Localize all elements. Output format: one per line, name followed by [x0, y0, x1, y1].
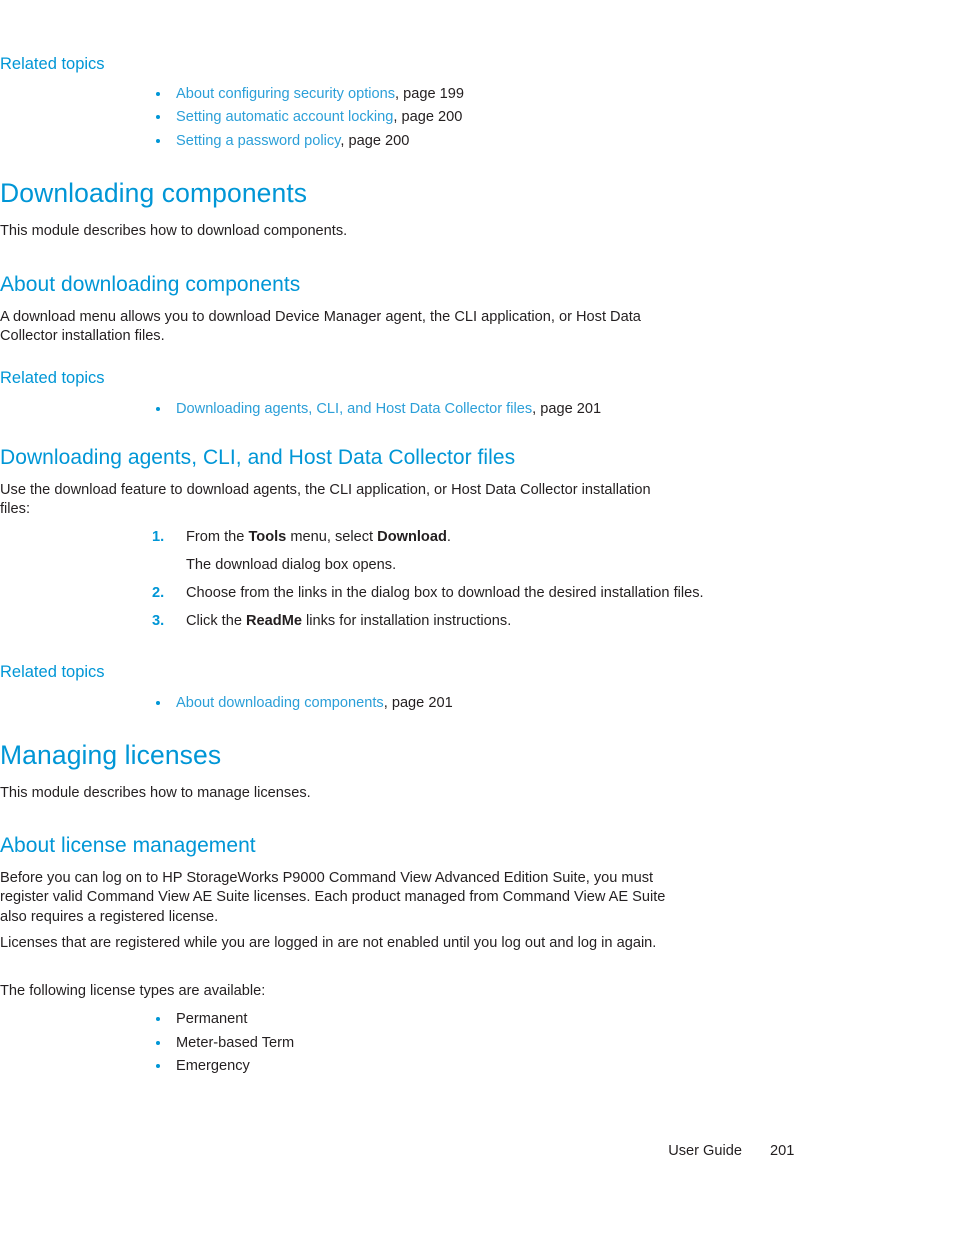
related-topics-heading: Related topics	[0, 663, 105, 681]
page-reference: , page 201	[532, 401, 602, 417]
step-text-part-bold: Download	[377, 529, 447, 545]
list-item[interactable]: About downloading components, page 201	[152, 692, 954, 716]
step-text: From the Tools menu, select Download.	[186, 529, 451, 545]
bullet-dot-icon	[156, 407, 160, 411]
related-topics-heading: Related topics	[0, 55, 105, 73]
page-reference: , page 200	[393, 109, 463, 126]
list-item[interactable]: Setting a password policy, page 200	[152, 130, 954, 154]
list-item[interactable]: Setting automatic account locking, page …	[152, 106, 954, 130]
related-topics-heading: Related topics	[0, 369, 105, 387]
step-text-part-bold: Tools	[248, 529, 287, 545]
paragraph-managing-licenses-intro: This module describes how to manage lice…	[0, 785, 311, 801]
license-type-label: Emergency	[176, 1058, 250, 1075]
bullet-dot-icon	[156, 115, 160, 120]
cross-reference-link[interactable]: Setting a password policy	[176, 133, 340, 149]
step-text-part: Click the	[186, 613, 247, 629]
list-item[interactable]: Downloading agents, CLI, and Host Data C…	[152, 398, 954, 422]
cross-reference-link[interactable]: About downloading components	[176, 695, 384, 711]
step-text-part: menu, select	[286, 529, 378, 545]
page-title-managing-licenses: Managing licenses	[0, 740, 222, 770]
procedure-step-list: 3. Click the ReadMe links for installati…	[0, 612, 954, 631]
related-topics-link-list-downloading-agents: About downloading components, page 201	[0, 692, 954, 716]
related-topics-link-list-about-downloading: Downloading agents, CLI, and Host Data C…	[0, 398, 954, 422]
footer-page-number: 201	[770, 1143, 795, 1159]
page-reference: , page 200	[340, 133, 410, 150]
page-reference: , page 199	[395, 85, 465, 102]
paragraph-about-license-management-1: Before you can log on to HP StorageWorks…	[0, 870, 666, 925]
page-reference: , page 201	[383, 695, 453, 711]
section-heading-about-downloading-components: About downloading components	[0, 273, 301, 296]
procedure-step: 3. Click the ReadMe links for installati…	[0, 612, 954, 631]
license-type-label: Permanent	[176, 1011, 248, 1027]
license-type-label: Meter-based Term	[176, 1034, 295, 1051]
procedure-step: 2. Choose from the links in the dialog b…	[0, 584, 954, 603]
bullet-dot-icon	[156, 701, 160, 705]
bullet-dot-icon	[156, 139, 160, 144]
page-footer: User Guide 201	[0, 1143, 954, 1159]
bullet-dot-icon	[156, 91, 160, 96]
page-title-downloading-components: Downloading components	[0, 178, 308, 208]
paragraph-downloading-components-intro: This module describes how to download co…	[0, 223, 348, 239]
list-item: Meter-based Term	[152, 1032, 954, 1056]
paragraph-about-downloading-components: A download menu allows you to download D…	[0, 309, 641, 345]
step-number: 1.	[152, 529, 165, 545]
paragraph-downloading-agents-intro: Use the download feature to download age…	[0, 482, 651, 518]
procedure-step-list: 2. Choose from the links in the dialog b…	[0, 584, 954, 603]
paragraph-about-license-management-2: Licenses that are registered while you a…	[0, 935, 657, 951]
step-text-part: links for installation instructions.	[301, 613, 512, 629]
step-text-part-bold: ReadMe	[246, 613, 302, 629]
bullet-dot-icon	[156, 1017, 160, 1021]
paragraph-about-license-management-3: The following license types are availabl…	[0, 983, 266, 999]
procedure-step-list: 1. From the Tools menu, select Download.	[0, 528, 954, 547]
bullet-dot-icon	[156, 1064, 160, 1069]
cross-reference-link[interactable]: Setting automatic account locking	[176, 109, 393, 125]
section-heading-about-license-management: About license management	[0, 834, 256, 857]
step-text: Click the ReadMe links for installation …	[186, 613, 511, 629]
list-item: Emergency	[152, 1055, 954, 1079]
procedure-step: 1. From the Tools menu, select Download.	[0, 528, 954, 547]
step-result-note: The download dialog box opens.	[186, 557, 397, 573]
step-text-part: .	[446, 529, 451, 545]
list-item: Permanent	[152, 1008, 954, 1032]
document-page: Related topics About configuring securit…	[0, 0, 954, 1235]
step-text-part: From the	[186, 529, 249, 545]
related-topics-link-list-top: About configuring security options, page…	[0, 83, 954, 154]
procedure-step-1: 1. From the Tools menu, select Download.	[152, 528, 954, 547]
cross-reference-link[interactable]: Downloading agents, CLI, and Host Data C…	[176, 401, 532, 417]
step-number: 2.	[152, 585, 165, 601]
step-number: 3.	[152, 613, 165, 629]
license-types-list: Permanent Meter-based Term Emergency	[0, 1008, 954, 1079]
footer-guide-label: User Guide	[668, 1143, 742, 1159]
related-topics-block-top: Related topics About configuring securit…	[0, 55, 954, 154]
list-item[interactable]: About configuring security options, page…	[152, 83, 954, 107]
cross-reference-link[interactable]: About configuring security options	[176, 86, 395, 102]
section-heading-downloading-agents: Downloading agents, CLI, and Host Data C…	[0, 446, 516, 469]
procedure-step-2: 2. Choose from the links in the dialog b…	[152, 584, 954, 603]
procedure-step-3: 3. Click the ReadMe links for installati…	[152, 612, 954, 631]
step-text: Choose from the links in the dialog box …	[186, 585, 704, 601]
bullet-dot-icon	[156, 1040, 160, 1045]
